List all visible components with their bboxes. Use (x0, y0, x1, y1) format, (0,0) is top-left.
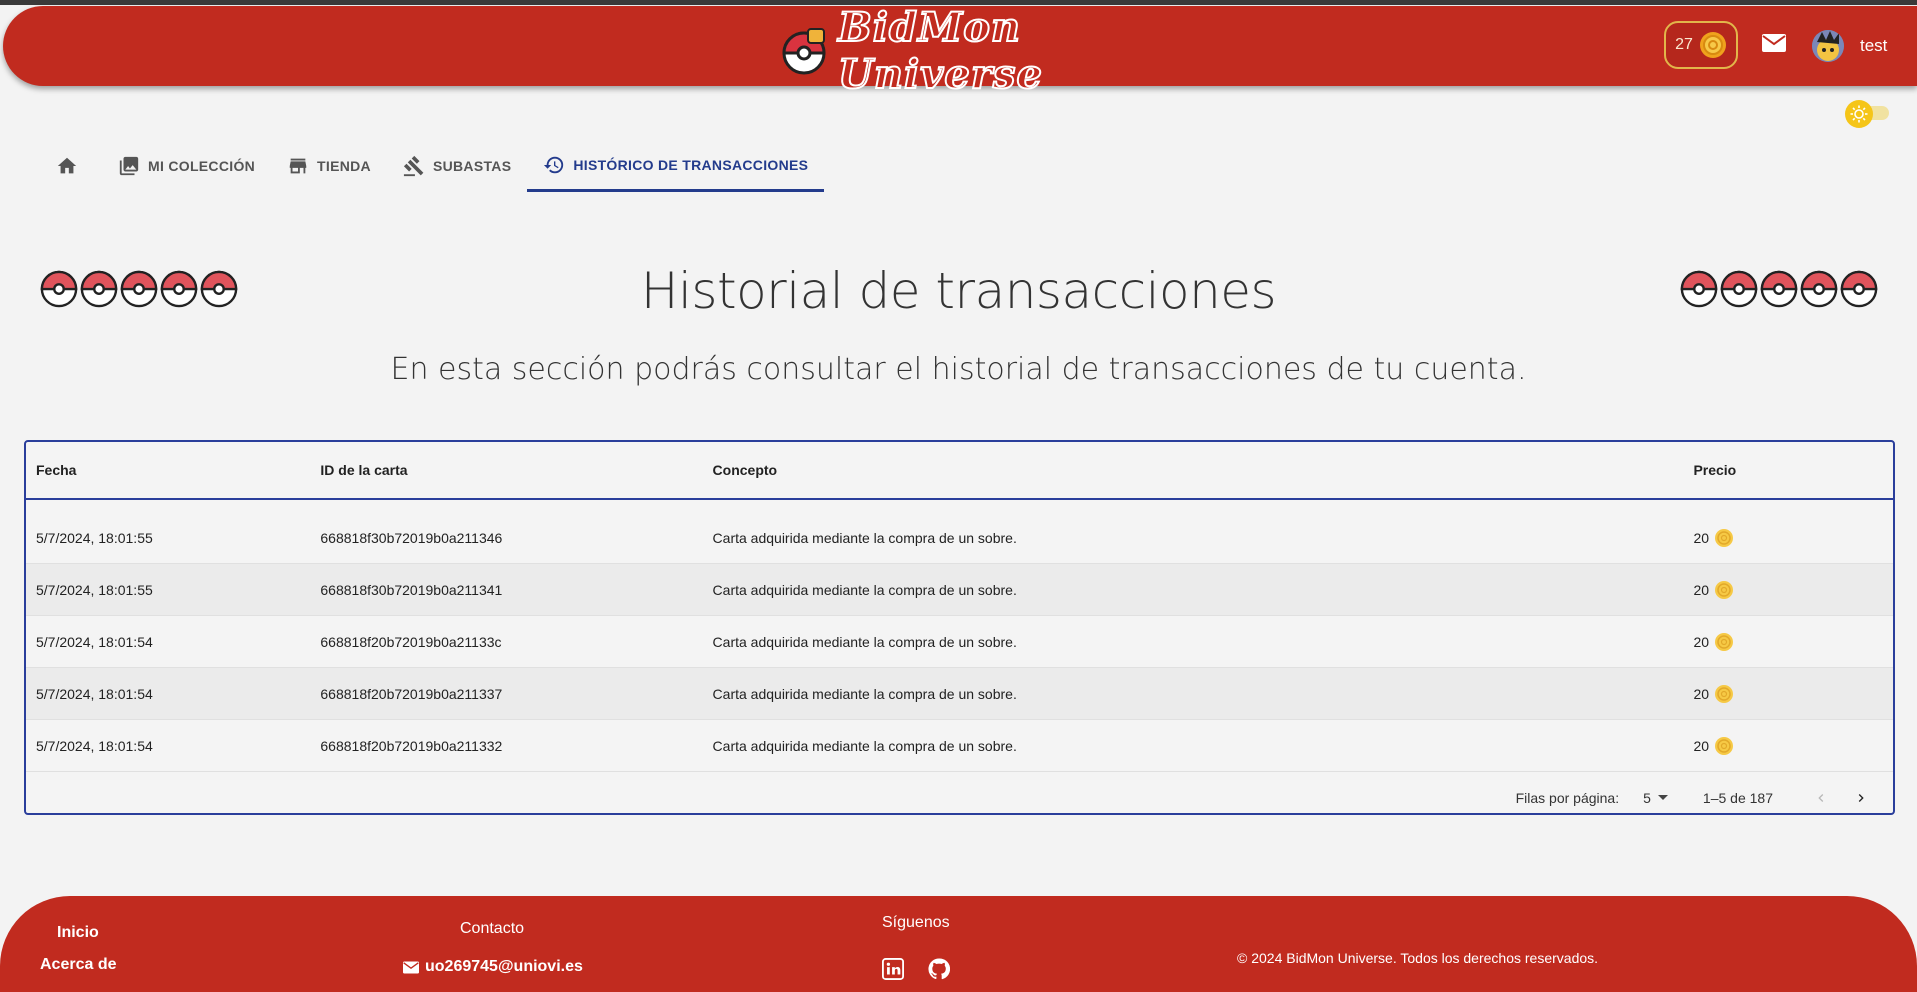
table-row: 5/7/2024, 18:01:54 668818f20b72019b0a211… (26, 616, 1893, 668)
table-pagination: Filas por página: 5 1–5 de 187 (26, 772, 1893, 824)
pokeball-logo-icon (778, 25, 830, 77)
coin-balance-value: 27 (1675, 36, 1693, 53)
brand-name: BidMon Universe (837, 3, 1043, 99)
table-body: 5/7/2024, 18:01:55 668818f30b72019b0a211… (26, 500, 1893, 772)
previous-page-button[interactable] (1801, 778, 1841, 818)
cell-fecha: 5/7/2024, 18:01:54 (36, 737, 153, 754)
coin-icon (1699, 32, 1726, 58)
cell-fecha: 5/7/2024, 18:01:55 (36, 581, 153, 598)
price-value: 20 (1693, 633, 1710, 650)
cell-id-carta: 668818f20b72019b0a211337 (320, 685, 503, 702)
sun-icon (1845, 100, 1873, 128)
cell-concepto: Carta adquirida mediante la compra de un… (712, 737, 1017, 754)
tab-subastas[interactable]: SUBASTAS (387, 140, 527, 192)
tab-label: TIENDA (317, 158, 371, 174)
cell-fecha: 5/7/2024, 18:01:55 (36, 529, 153, 546)
price-value: 20 (1693, 581, 1710, 598)
footer-link-acerca-de[interactable]: Acerca de (40, 956, 117, 974)
avatar[interactable] (1812, 30, 1844, 62)
tab-historico-transacciones[interactable]: HISTÓRICO DE TRANSACCIONES (527, 140, 825, 192)
cell-concepto: Carta adquirida mediante la compra de un… (712, 685, 1017, 702)
footer-follow-heading: Síguenos (882, 914, 950, 931)
cell-precio: 20 (1693, 580, 1893, 600)
cell-id-carta: 668818f20b72019b0a21133c (320, 633, 502, 650)
transactions-table: Fecha ID de la carta Concepto Precio 5/7… (24, 440, 1895, 815)
cell-precio: 20 (1693, 736, 1893, 756)
coin-balance[interactable]: 27 (1664, 21, 1738, 69)
footer-email[interactable]: uo269745@uniovi.es (403, 958, 583, 976)
linkedin-icon[interactable] (882, 958, 904, 980)
chevron-right-icon (1858, 794, 1864, 802)
gavel-icon (403, 155, 424, 177)
store-icon (289, 158, 307, 174)
column-header-id-carta[interactable]: ID de la carta (320, 462, 712, 478)
cell-precio: 20 (1693, 528, 1893, 548)
price-value: 20 (1693, 737, 1710, 754)
cell-fecha: 5/7/2024, 18:01:54 (36, 685, 153, 702)
page-footer: Inicio Acerca de Contacto uo269745@uniov… (0, 896, 1917, 992)
mail-icon[interactable] (1762, 34, 1786, 52)
brand-logo[interactable]: BidMon Universe (778, 3, 1158, 99)
tab-home[interactable] (46, 140, 102, 192)
home-icon (57, 157, 77, 174)
coin-icon (1715, 580, 1734, 599)
footer-copyright: © 2024 BidMon Universe. Todos los derech… (1237, 950, 1599, 966)
page-subtitle: En esta sección podrás consultar el hist… (390, 352, 1527, 387)
coin-icon (1715, 528, 1734, 547)
next-page-button[interactable] (1841, 778, 1881, 818)
tab-label: HISTÓRICO DE TRANSACCIONES (573, 156, 809, 173)
cell-precio: 20 (1693, 632, 1893, 652)
tab-label: SUBASTAS (432, 158, 512, 174)
footer-contact-heading: Contacto (460, 920, 525, 937)
tab-label: MI COLECCIÓN (148, 158, 256, 174)
coin-icon (1715, 684, 1734, 703)
mail-icon (403, 961, 419, 973)
cell-id-carta: 668818f30b72019b0a211341 (320, 581, 503, 598)
username[interactable]: test (1860, 36, 1887, 56)
rows-per-page-label: Filas por página: (1515, 790, 1620, 806)
cell-id-carta: 668818f20b72019b0a211332 (320, 737, 503, 754)
price-value: 20 (1693, 529, 1710, 546)
cell-concepto: Carta adquirida mediante la compra de un… (712, 581, 1017, 598)
cell-concepto: Carta adquirida mediante la compra de un… (712, 633, 1017, 650)
rows-per-page-value: 5 (1643, 790, 1651, 806)
cell-precio: 20 (1693, 684, 1893, 704)
table-header: Fecha ID de la carta Concepto Precio (26, 442, 1893, 500)
chevron-left-icon (1818, 794, 1824, 802)
footer-email-address: uo269745@uniovi.es (425, 958, 583, 975)
price-value: 20 (1693, 685, 1710, 702)
table-row: 5/7/2024, 18:01:55 668818f30b72019b0a211… (26, 564, 1893, 616)
column-header-precio[interactable]: Precio (1693, 462, 1893, 478)
main-tabs: MI COLECCIÓN TIENDA SUBASTAS HISTÓRICO D… (46, 140, 825, 192)
app-header: BidMon Universe 27 test (3, 3, 1917, 99)
pagination-range: 1–5 de 187 (1702, 790, 1773, 806)
cell-concepto: Carta adquirida mediante la compra de un… (712, 529, 1017, 546)
coin-icon (1715, 632, 1734, 651)
table-row: 5/7/2024, 18:01:55 668818f30b72019b0a211… (26, 512, 1893, 564)
footer-link-inicio[interactable]: Inicio (57, 924, 99, 942)
rows-per-page-select[interactable]: 5 (1643, 790, 1669, 806)
theme-toggle[interactable] (1845, 100, 1891, 128)
history-icon (544, 156, 564, 173)
collection-icon (119, 156, 139, 176)
column-header-concepto[interactable]: Concepto (713, 462, 1694, 478)
cell-id-carta: 668818f30b72019b0a211346 (320, 529, 503, 546)
caret-down-icon (1657, 795, 1668, 800)
table-row: 5/7/2024, 18:01:54 668818f20b72019b0a211… (26, 720, 1893, 772)
tab-tienda[interactable]: TIENDA (271, 140, 387, 192)
column-header-fecha[interactable]: Fecha (26, 462, 320, 478)
github-icon[interactable] (928, 958, 950, 980)
tab-mi-coleccion[interactable]: MI COLECCIÓN (102, 140, 271, 192)
page-title: Historial de transacciones (640, 262, 1277, 320)
cell-fecha: 5/7/2024, 18:01:54 (36, 633, 153, 650)
coin-icon (1715, 736, 1734, 755)
table-row: 5/7/2024, 18:01:54 668818f20b72019b0a211… (26, 668, 1893, 720)
